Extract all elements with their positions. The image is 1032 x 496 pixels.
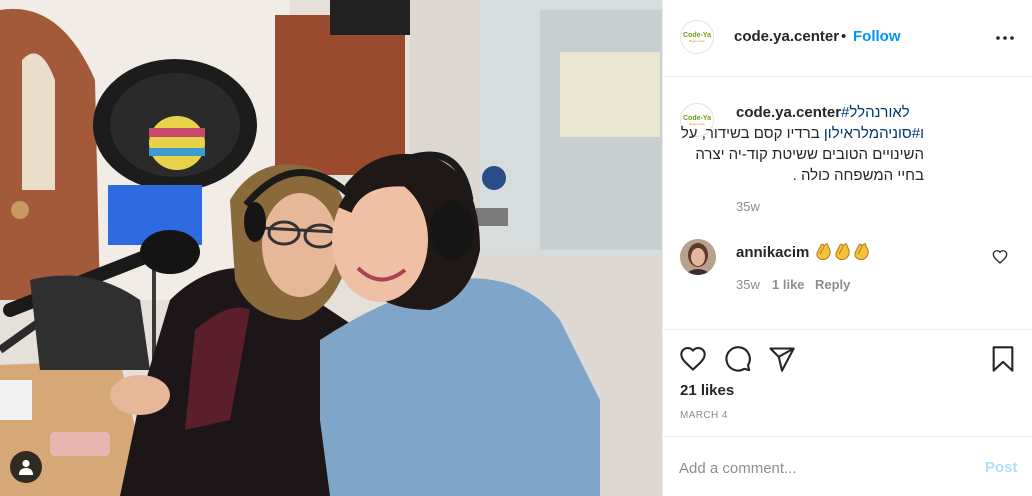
send-icon[interactable] xyxy=(768,345,796,373)
caption-line: ו#סוניהמלראילון ברדיו קסם בשידור, על xyxy=(681,125,924,142)
reply-button[interactable]: Reply xyxy=(815,277,850,292)
caption-timestamp[interactable]: 35w xyxy=(736,199,760,214)
comment-icon[interactable] xyxy=(724,345,752,373)
post-actions: 21 likes MARCH 4 xyxy=(663,329,1032,435)
author-username[interactable]: code.ya.center xyxy=(734,28,839,45)
clap-emoji-icon xyxy=(854,243,869,261)
logo-text: Code-Ya xyxy=(682,114,711,122)
bookmark-icon[interactable] xyxy=(989,345,1017,373)
logo-text: Code-Ya xyxy=(682,31,711,39)
add-comment-bar: Post xyxy=(663,436,1032,496)
caption-text: ברדיו קסם בשידור, על xyxy=(680,125,824,142)
commenter-avatar[interactable] xyxy=(680,239,716,275)
commenter-username[interactable]: annikacim xyxy=(736,244,809,261)
more-horizontal-icon xyxy=(996,36,1014,40)
post-header: Code-Ya Begin today code.ya.center • Fol… xyxy=(663,0,1032,77)
heart-icon[interactable] xyxy=(679,345,707,373)
radio-studio-photo xyxy=(0,0,662,496)
caption-hashtag[interactable]: #לאורנהלל xyxy=(841,104,910,121)
comment-likes-count[interactable]: 1 like xyxy=(772,277,805,292)
post-comment-button[interactable]: Post xyxy=(985,459,1018,476)
post-image[interactable] xyxy=(0,0,662,496)
clap-emoji-icon xyxy=(835,243,850,261)
author-avatar[interactable]: Code-Ya Begin today xyxy=(680,20,714,54)
clap-emoji-icon xyxy=(816,243,831,261)
caption-username[interactable]: code.ya.center xyxy=(736,104,841,121)
caption-line: בחיי המשפחה כולה . xyxy=(792,167,924,184)
commenter-photo xyxy=(680,239,716,275)
follow-separator: • xyxy=(841,28,847,45)
clapping-hands-emoji xyxy=(814,241,870,261)
logo-subtext: Begin today xyxy=(689,38,705,43)
post-date[interactable]: MARCH 4 xyxy=(680,410,728,421)
comments-section: Code-Ya Begin today code.ya.center #לאור… xyxy=(663,78,1032,328)
caption-line: השינויים הטובים ששיטת קוד-יה יצרה xyxy=(695,146,924,163)
add-comment-input[interactable] xyxy=(679,457,969,479)
user-icon xyxy=(19,459,33,475)
comment-like-heart-icon[interactable] xyxy=(992,249,1008,265)
likes-count[interactable]: 21 likes xyxy=(680,382,734,399)
post-side-panel: Code-Ya Begin today code.ya.center • Fol… xyxy=(662,0,1032,496)
comment-timestamp[interactable]: 35w xyxy=(736,277,760,292)
more-options-button[interactable] xyxy=(995,28,1015,48)
tagged-user-button[interactable] xyxy=(10,451,42,483)
caption-hashtag[interactable]: ו#סוניהמלראילון xyxy=(824,125,924,142)
follow-button[interactable]: Follow xyxy=(853,28,901,45)
